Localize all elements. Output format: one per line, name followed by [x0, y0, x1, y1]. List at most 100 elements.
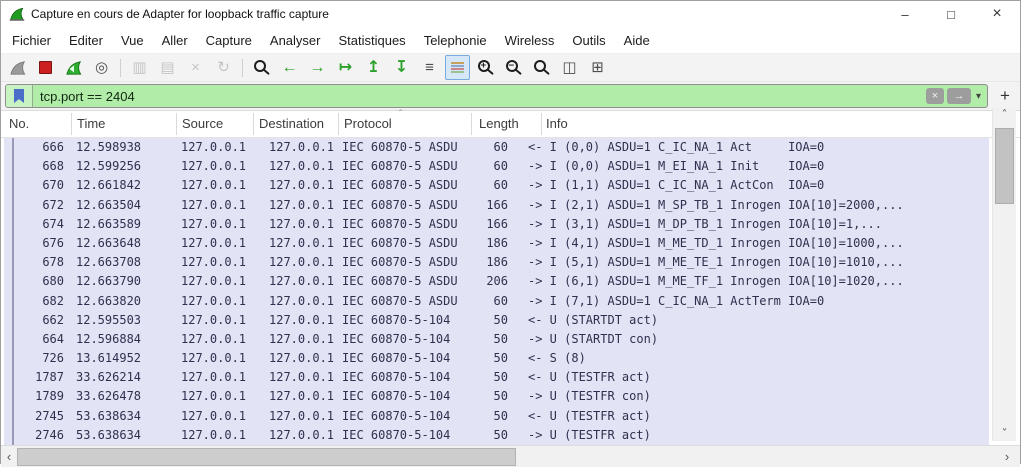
- auto-scroll-button[interactable]: ≡: [417, 55, 442, 80]
- vertical-scrollbar-thumb[interactable]: [995, 128, 1014, 204]
- cell-info: -> U (STARTDT con): [528, 331, 659, 346]
- menu-item[interactable]: Analyser: [261, 27, 330, 53]
- packet-row[interactable]: 662 12.595503 127.0.0.1 127.0.0.1 IEC 60…: [4, 310, 989, 330]
- menu-item[interactable]: Vue: [112, 27, 153, 53]
- horizontal-scrollbar-thumb[interactable]: [17, 448, 516, 466]
- horizontal-scrollbar[interactable]: ‹ ›: [1, 445, 1020, 467]
- vertical-scrollbar[interactable]: ˆ ˇ: [992, 108, 1016, 441]
- open-file-button[interactable]: ▥: [127, 55, 152, 80]
- column-header-no[interactable]: No.: [9, 116, 29, 131]
- reload-button[interactable]: ↻: [211, 55, 236, 80]
- go-forward-button[interactable]: →: [305, 55, 330, 80]
- menu-item[interactable]: Editer: [60, 27, 112, 53]
- resize-columns-button[interactable]: ◫: [557, 55, 582, 80]
- cell-length: 50: [493, 370, 508, 385]
- cell-time: 12.599256: [76, 159, 142, 174]
- scroll-down-icon[interactable]: ˇ: [993, 427, 1016, 441]
- filter-add-button[interactable]: +: [994, 85, 1016, 107]
- reset-layout-button[interactable]: ⊞: [585, 55, 610, 80]
- scroll-right-icon[interactable]: ›: [999, 446, 1015, 467]
- auto-scroll-icon: ≡: [425, 59, 434, 76]
- go-last-button[interactable]: ↧: [389, 55, 414, 80]
- zoom-reset-icon: [533, 60, 546, 72]
- zoom-out-button[interactable]: −: [501, 55, 526, 80]
- packet-row[interactable]: 670 12.661842 127.0.0.1 127.0.0.1 IEC 60…: [4, 176, 989, 196]
- go-first-button[interactable]: ↥: [361, 55, 386, 80]
- capture-options-button[interactable]: ◎: [89, 55, 114, 80]
- cell-time: 12.663790: [76, 274, 142, 289]
- close-capture-button[interactable]: ×: [183, 55, 208, 80]
- cell-length: 50: [493, 312, 508, 327]
- menu-item[interactable]: Aide: [615, 27, 659, 53]
- column-header-protocol[interactable]: Protocol: [344, 116, 392, 131]
- packet-row[interactable]: 2745 53.638634 127.0.0.1 127.0.0.1 IEC 6…: [4, 406, 989, 426]
- cell-time: 12.595503: [76, 312, 142, 327]
- display-filter-field[interactable]: tcp.port == 2404 × → ▾: [5, 84, 988, 108]
- packet-row[interactable]: 672 12.663504 127.0.0.1 127.0.0.1 IEC 60…: [4, 195, 989, 215]
- filter-dropdown-caret-icon[interactable]: ▾: [974, 91, 987, 102]
- column-header-destination[interactable]: Destination: [259, 116, 324, 131]
- display-filter-input[interactable]: tcp.port == 2404: [33, 89, 926, 104]
- menu-item[interactable]: Wireless: [496, 27, 564, 53]
- zoom-in-icon: +: [477, 60, 490, 72]
- zoom-reset-button[interactable]: [529, 55, 554, 80]
- cell-destination: 127.0.0.1: [269, 331, 335, 346]
- maximize-button[interactable]: □: [928, 1, 974, 27]
- menu-item[interactable]: Capture: [197, 27, 261, 53]
- save-file-button[interactable]: ▤: [155, 55, 180, 80]
- capture-stop-button[interactable]: [33, 55, 58, 80]
- cell-length: 50: [493, 351, 508, 366]
- cell-destination: 127.0.0.1: [269, 140, 335, 154]
- menu-item[interactable]: Telephonie: [415, 27, 496, 53]
- menu-item[interactable]: Fichier: [3, 27, 60, 53]
- go-forward-icon: →: [309, 58, 326, 76]
- cell-time: 12.596884: [76, 331, 142, 346]
- packet-list: 666 12.598938 127.0.0.1 127.0.0.1 IEC 60…: [1, 138, 1020, 445]
- scroll-up-icon[interactable]: ˆ: [993, 108, 1016, 122]
- cell-info: <- S (8): [528, 351, 586, 366]
- filter-bookmark-button[interactable]: [6, 85, 33, 107]
- column-header-info[interactable]: Info: [546, 116, 568, 131]
- cell-info: -> I (1,1) ASDU=1 C_IC_NA_1 ActCon IOA=0: [528, 178, 825, 193]
- packet-row[interactable]: 676 12.663648 127.0.0.1 127.0.0.1 IEC 60…: [4, 233, 989, 254]
- column-header-source[interactable]: Source: [182, 116, 223, 131]
- column-header-time[interactable]: Time: [77, 116, 105, 131]
- close-button[interactable]: ×: [974, 1, 1020, 27]
- go-to-packet-button[interactable]: ↦: [333, 55, 358, 80]
- packet-row[interactable]: 666 12.598938 127.0.0.1 127.0.0.1 IEC 60…: [4, 138, 989, 158]
- scroll-left-icon[interactable]: ‹: [1, 446, 17, 467]
- filter-clear-button[interactable]: ×: [925, 88, 944, 104]
- filter-apply-button[interactable]: →: [946, 88, 971, 104]
- packet-row[interactable]: 664 12.596884 127.0.0.1 127.0.0.1 IEC 60…: [4, 329, 989, 350]
- zoom-in-button[interactable]: +: [473, 55, 498, 80]
- packet-row[interactable]: 682 12.663820 127.0.0.1 127.0.0.1 IEC 60…: [4, 291, 989, 311]
- packet-row[interactable]: 1789 33.626478 127.0.0.1 127.0.0.1 IEC 6…: [4, 387, 989, 407]
- menu-item[interactable]: Outils: [563, 27, 614, 53]
- cell-source: 127.0.0.1: [181, 159, 247, 174]
- cell-source: 127.0.0.1: [181, 427, 247, 442]
- cell-time: 13.614952: [76, 351, 142, 366]
- column-header-length[interactable]: Length: [479, 116, 519, 131]
- wireshark-window: Capture en cours de Adapter for loopback…: [0, 0, 1021, 467]
- packet-row[interactable]: 680 12.663790 127.0.0.1 127.0.0.1 IEC 60…: [4, 272, 989, 292]
- packet-row[interactable]: 674 12.663589 127.0.0.1 127.0.0.1 IEC 60…: [4, 214, 989, 234]
- cell-length: 50: [493, 331, 508, 346]
- packet-row[interactable]: 668 12.599256 127.0.0.1 127.0.0.1 IEC 60…: [4, 157, 989, 177]
- find-packet-button[interactable]: [249, 55, 274, 80]
- colorize-button[interactable]: [445, 55, 470, 80]
- packet-row[interactable]: 2746 53.638634 127.0.0.1 127.0.0.1 IEC 6…: [4, 425, 989, 445]
- minimize-button[interactable]: –: [882, 1, 928, 27]
- go-back-button[interactable]: ←: [277, 55, 302, 80]
- menu-item[interactable]: Aller: [153, 27, 197, 53]
- cell-time: 12.663648: [76, 235, 142, 250]
- window-controls: – □ ×: [882, 1, 1020, 27]
- packet-row[interactable]: 678 12.663708 127.0.0.1 127.0.0.1 IEC 60…: [4, 253, 989, 273]
- capture-start-button[interactable]: [5, 55, 30, 80]
- packet-row[interactable]: 726 13.614952 127.0.0.1 127.0.0.1 IEC 60…: [4, 349, 989, 369]
- cell-source: 127.0.0.1: [181, 370, 247, 385]
- packet-row[interactable]: 1787 33.626214 127.0.0.1 127.0.0.1 IEC 6…: [4, 368, 989, 388]
- menu-item[interactable]: Statistiques: [329, 27, 414, 53]
- capture-restart-button[interactable]: [61, 55, 86, 80]
- cell-info: -> I (7,1) ASDU=1 C_IC_NA_1 ActTerm IOA=…: [528, 293, 825, 308]
- cell-length: 60: [493, 140, 508, 154]
